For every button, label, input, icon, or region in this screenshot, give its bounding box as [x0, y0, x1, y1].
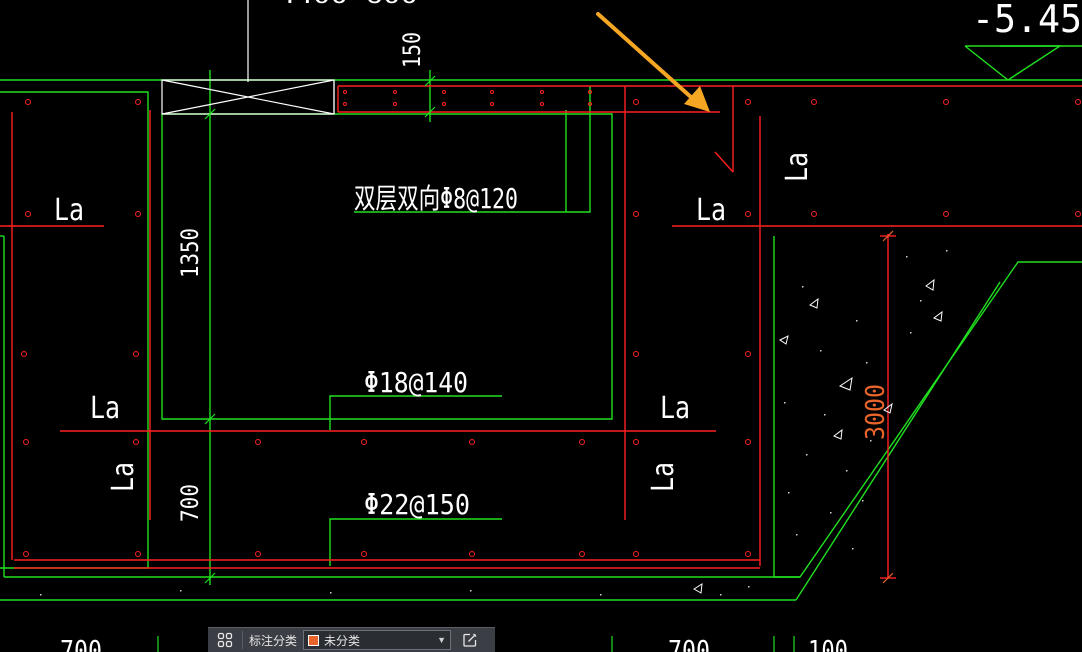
bottom-dimension-right: 100: [808, 634, 848, 652]
top-cut-text: 4400~600: [278, 0, 418, 9]
bottom-rebar-label: Φ22@150: [364, 488, 470, 521]
bottom-dimension-left: 700: [60, 634, 102, 652]
cad-drawing-canvas[interactable]: 4400~600 -5.45 双层双向Φ8@120 Φ18@140 Φ22@15…: [0, 0, 1082, 652]
bottom-dimension-mid: 700: [668, 634, 710, 652]
anchorage-label: La: [106, 462, 141, 492]
category-selected-value: 未分类: [324, 633, 361, 648]
category-label: 标注分类: [249, 633, 298, 648]
anchorage-label: La: [646, 462, 681, 492]
annotation-category-toolbar: 标注分类 未分类 ▼: [208, 627, 495, 652]
white-lines-group: [161, 0, 335, 115]
anchorage-label: La: [696, 193, 726, 228]
dimension-150: 150: [398, 32, 426, 68]
category-dropdown[interactable]: 未分类 ▼: [303, 630, 452, 650]
anchorage-label: La: [660, 391, 690, 426]
anchorage-label: La: [54, 193, 84, 228]
chevron-down-icon: ▼: [437, 635, 447, 645]
anchorage-label: La: [90, 391, 120, 426]
concrete-specks: [40, 250, 948, 596]
category-color-swatch: [308, 634, 320, 646]
annotation-arrow-icon: [596, 12, 710, 112]
elevation-label: -5.45: [972, 0, 1082, 41]
mid-rebar-label: Φ18@140: [364, 366, 468, 399]
dimension-ticks: [157, 75, 795, 652]
dimension-700: 700: [176, 484, 204, 522]
edit-category-icon[interactable]: [459, 630, 481, 650]
anchorage-label: La: [780, 152, 815, 182]
dimension-1350: 1350: [176, 228, 204, 278]
concrete-hatch: [693, 278, 943, 594]
green-outline-group: [0, 45, 1082, 601]
dimension-3000: 3000: [861, 384, 891, 440]
category-grid-icon[interactable]: [214, 630, 236, 650]
slab-rebar-label: 双层双向Φ8@120: [354, 182, 518, 215]
toolbar-divider: [242, 631, 243, 649]
